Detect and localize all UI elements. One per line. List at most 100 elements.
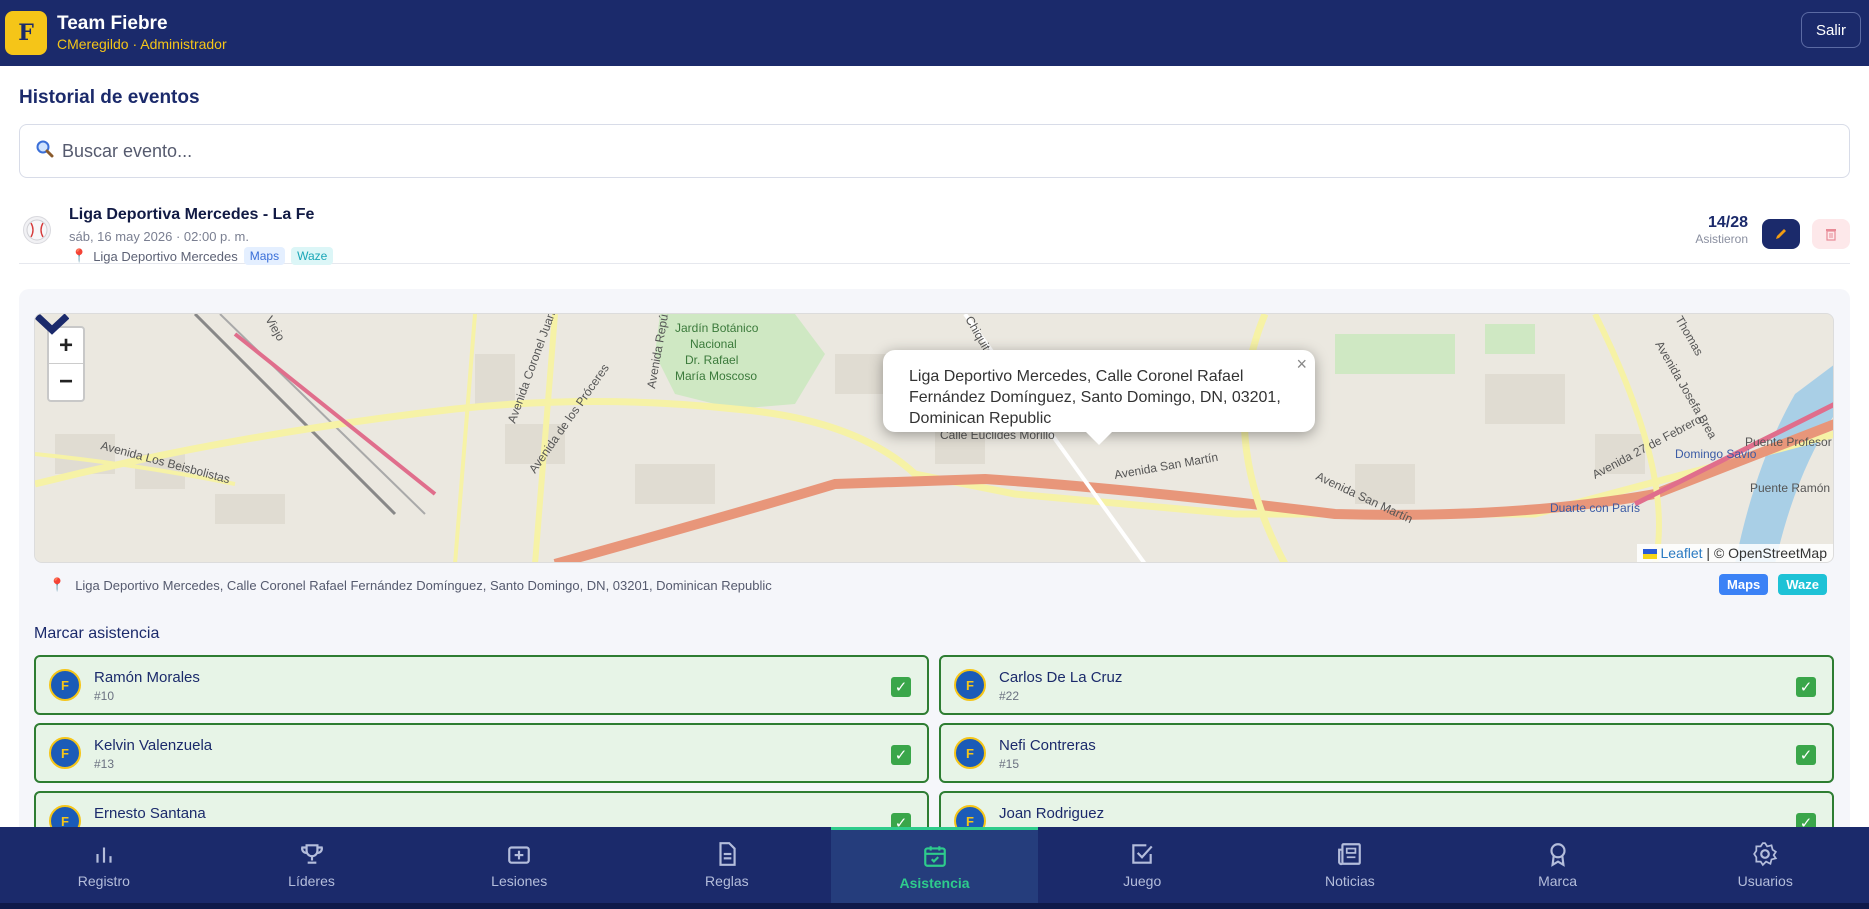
nav-lideres[interactable]: Líderes: [208, 827, 416, 903]
player-avatar: F: [954, 805, 986, 827]
attendance-checkbox[interactable]: ✓: [1796, 677, 1816, 697]
map-label-domingo-savio: Domingo Savio: [1675, 447, 1757, 461]
nav-label: Asistencia: [899, 874, 970, 891]
attendance-checkbox[interactable]: ✓: [1796, 813, 1816, 827]
map-label-jardin-botanico: Jardín Botánico: [675, 321, 759, 335]
map-popup: Liga Deportivo Mercedes, Calle Coronel R…: [883, 350, 1315, 432]
attendance-count: 14/28 Asistieron: [1695, 214, 1748, 246]
player-card[interactable]: F Joan Rodriguez ✓: [939, 791, 1834, 827]
osm-attribution: | © OpenStreetMap: [1706, 545, 1827, 561]
nav-juego[interactable]: Juego: [1038, 827, 1246, 903]
map-label-duarte: Duarte con París: [1550, 501, 1640, 515]
map-popup-text: Liga Deportivo Mercedes, Calle Coronel R…: [909, 368, 1281, 427]
player-name: Ramón Morales: [94, 669, 200, 686]
player-card[interactable]: F Carlos De La Cruz #22 ✓: [939, 655, 1834, 715]
event-maps-link[interactable]: Maps: [243, 247, 286, 265]
player-card[interactable]: F Kelvin Valenzuela #13 ✓: [34, 723, 929, 783]
player-name: Ernesto Santana: [94, 805, 206, 822]
player-card[interactable]: F Nefi Contreras #15 ✓: [939, 723, 1834, 783]
nav-label: Noticias: [1324, 873, 1375, 889]
player-card[interactable]: F Ernesto Santana ✓: [34, 791, 929, 827]
team-name: Team Fiebre: [57, 13, 168, 34]
attendance-section-title: Marcar asistencia: [34, 625, 160, 642]
search-box[interactable]: [19, 124, 1850, 178]
player-avatar: F: [49, 669, 81, 701]
map-label-nacional: Nacional: [690, 337, 737, 351]
trophy-icon: [300, 844, 323, 864]
event-location: 📍 Liga Deportivo Mercedes Maps Waze: [71, 247, 334, 265]
nav-label: Usuarios: [1737, 873, 1793, 889]
attendance-checkbox[interactable]: ✓: [1796, 745, 1816, 765]
nav-marca[interactable]: Marca: [1454, 827, 1662, 903]
zoom-out-button[interactable]: −: [49, 364, 83, 400]
document-icon: [719, 842, 736, 866]
open-maps-button[interactable]: Maps: [1719, 574, 1769, 595]
nav-label: Reglas: [705, 873, 749, 889]
calendar-check-icon: [923, 845, 946, 867]
event-map[interactable]: Jardín Botánico Nacional Dr. Rafael Marí…: [34, 313, 1834, 563]
attendance-checkbox[interactable]: ✓: [891, 745, 911, 765]
attendance-list: F Ramón Morales #10 ✓ F Carlos De La Cru…: [34, 655, 1835, 827]
map-label-maria-moscoso: María Moscoso: [675, 369, 757, 383]
player-avatar: F: [49, 737, 81, 769]
gear-icon: [1753, 842, 1778, 867]
map-label-puente-ramon: Puente Ramón: [1750, 481, 1830, 495]
nav-asistencia[interactable]: Asistencia: [830, 827, 1039, 903]
popup-tip: [1085, 431, 1113, 445]
main-content[interactable]: Historial de eventos Liga Deportiva Merc…: [0, 66, 1869, 827]
player-card[interactable]: F Ramón Morales #10 ✓: [34, 655, 929, 715]
logout-button[interactable]: Salir: [1800, 12, 1861, 48]
nav-lesiones[interactable]: Lesiones: [415, 827, 623, 903]
attendance-checkbox[interactable]: ✓: [891, 813, 911, 827]
nav-label: Lesiones: [491, 873, 548, 889]
ukraine-flag-icon: [1643, 549, 1658, 559]
map-label-dr-rafael: Dr. Rafael: [685, 353, 738, 367]
player-name: Kelvin Valenzuela: [94, 737, 213, 754]
nav-label: Marca: [1538, 873, 1577, 889]
search-input[interactable]: [62, 140, 1785, 162]
player-name: Carlos De La Cruz: [999, 669, 1123, 686]
map-attribution: Leaflet | © OpenStreetMap: [1637, 544, 1833, 562]
nav-label: Juego: [1123, 873, 1162, 889]
address-pin-icon: 📍: [49, 577, 66, 592]
player-number: #22: [999, 689, 1020, 703]
nav-usuarios[interactable]: Usuarios: [1661, 827, 1869, 903]
nav-reglas[interactable]: Reglas: [623, 827, 831, 903]
nav-label: Líderes: [288, 873, 335, 889]
edit-event-button[interactable]: [1762, 219, 1800, 249]
player-avatar: F: [954, 737, 986, 769]
baseball-icon: [23, 216, 51, 244]
delete-event-button[interactable]: [1812, 219, 1850, 249]
popup-close-icon[interactable]: ×: [1296, 354, 1307, 375]
nav-bottom-strip: [0, 903, 1869, 909]
event-detail-panel: Jardín Botánico Nacional Dr. Rafael Marí…: [19, 289, 1850, 827]
attendance-checkbox[interactable]: ✓: [891, 677, 911, 697]
user-role: CMeregildo · Administrador: [57, 36, 227, 52]
open-waze-button[interactable]: Waze: [1778, 574, 1827, 595]
event-waze-link[interactable]: Waze: [291, 247, 334, 265]
leaflet-link[interactable]: Leaflet: [1660, 545, 1702, 561]
top-bar: F Team Fiebre CMeregildo · Administrador…: [0, 0, 1869, 66]
first-aid-icon: [508, 846, 531, 864]
player-number: #15: [999, 757, 1020, 771]
award-icon: [1549, 843, 1566, 867]
pencil-icon: [1776, 229, 1786, 239]
map-marker-icon[interactable]: [35, 314, 69, 338]
attendance-count-label: Asistieron: [1695, 232, 1748, 246]
brand-block: Team Fiebre CMeregildo · Administrador: [57, 13, 227, 53]
nav-label: Registro: [77, 873, 130, 889]
newspaper-icon: [1337, 843, 1361, 866]
bar-chart-icon: [96, 847, 112, 863]
nav-noticias[interactable]: Noticias: [1246, 827, 1454, 903]
page-title: Historial de eventos: [19, 87, 200, 108]
trash-icon: [1826, 229, 1836, 241]
team-logo: F: [5, 11, 47, 55]
attendance-count-value: 14/28: [1707, 214, 1748, 231]
event-location-name: Liga Deportivo Mercedes: [93, 248, 238, 264]
search-icon: [36, 140, 54, 163]
nav-registro[interactable]: Registro: [0, 827, 208, 903]
player-avatar: F: [49, 805, 81, 827]
navigation-buttons: Maps Waze: [1719, 574, 1827, 595]
event-row[interactable]: Liga Deportiva Mercedes - La Fe sáb, 16 …: [19, 202, 1850, 265]
address-text: Liga Deportivo Mercedes, Calle Coronel R…: [75, 577, 772, 593]
